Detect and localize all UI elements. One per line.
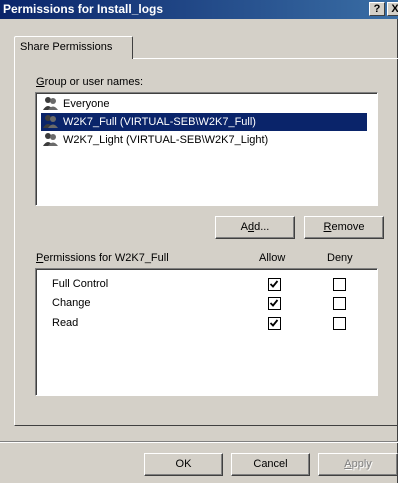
permissions-list[interactable]: Full Control Change Read [35, 268, 378, 396]
deny-column-header: Deny [327, 252, 353, 264]
user-group-icon [43, 115, 58, 128]
allow-full-control-checkbox[interactable] [268, 278, 281, 291]
close-button[interactable]: X [387, 2, 398, 16]
permissions-dialog: Permissions for Install_logs ? X Share P… [0, 0, 398, 483]
tab-label: Share Permissions [20, 41, 113, 53]
user-group-icon [43, 133, 58, 146]
title-bar[interactable]: Permissions for Install_logs ? X [0, 0, 398, 19]
checkmark-icon [269, 319, 279, 327]
permissions-label: Permissions for W2K7_Full [36, 252, 169, 264]
permission-read: Read [52, 317, 79, 329]
ok-button[interactable]: OK [144, 453, 223, 476]
list-item-w2k7-light[interactable]: W2K7_Light (VIRTUAL-SEB\W2K7_Light) [41, 131, 367, 149]
deny-change-checkbox[interactable] [333, 297, 346, 310]
tab-share-permissions[interactable]: Share Permissions [14, 36, 133, 59]
remove-button[interactable]: Remove [304, 216, 384, 239]
deny-read-checkbox[interactable] [333, 317, 346, 330]
add-button[interactable]: Add... [215, 216, 295, 239]
list-item-w2k7-full[interactable]: W2K7_Full (VIRTUAL-SEB\W2K7_Full) [41, 113, 367, 131]
checkmark-icon [269, 299, 279, 307]
checkmark-icon [269, 280, 279, 288]
allow-column-header: Allow [259, 252, 286, 264]
bottom-separator [0, 441, 398, 443]
permission-change: Change [52, 297, 91, 309]
users-listbox[interactable]: Everyone W2K7_Full (VIRTUAL-SEB\W2K7_Ful… [35, 92, 378, 206]
permission-full-control: Full Control [52, 278, 109, 290]
allow-read-checkbox[interactable] [268, 317, 281, 330]
user-group-icon [43, 97, 58, 110]
cancel-button[interactable]: Cancel [231, 453, 310, 476]
allow-change-checkbox[interactable] [268, 297, 281, 310]
help-button[interactable]: ? [369, 2, 385, 16]
users-label: Group or user names: [36, 76, 143, 88]
list-item-everyone[interactable]: Everyone [41, 95, 367, 113]
apply-button[interactable]: Apply [318, 453, 398, 476]
deny-full-control-checkbox[interactable] [333, 278, 346, 291]
window-title: Permissions for Install_logs [3, 2, 164, 16]
